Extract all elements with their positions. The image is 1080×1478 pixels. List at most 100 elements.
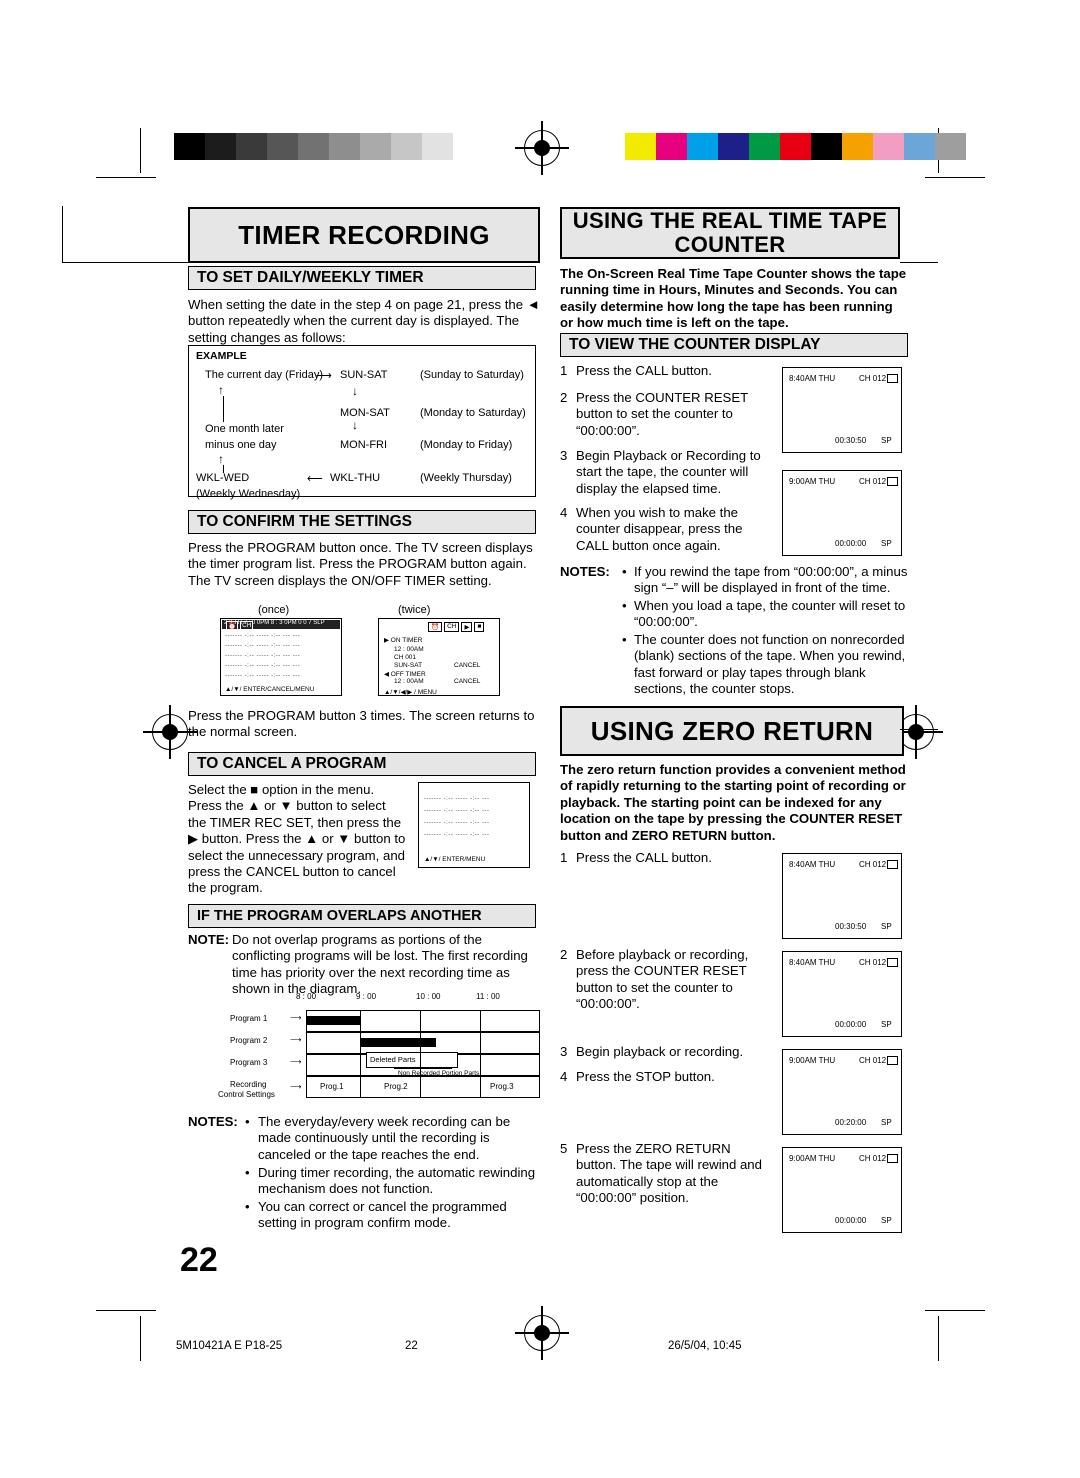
- step-num-3: 3: [560, 448, 568, 463]
- example-row-1-mid: MON-SAT: [340, 407, 390, 419]
- diagram-row-0-label: Program 1: [230, 1014, 268, 1023]
- cancel-list-row-2: ------- -:-- ----- -:-- ---: [424, 808, 490, 814]
- example-row-4-left: WKL-WED: [196, 472, 250, 484]
- zr-step-num-2: 2: [560, 947, 568, 962]
- zr-2-channel: CH 012: [859, 958, 887, 967]
- onoff-cancel-2: CANCEL: [454, 678, 481, 685]
- gray-swatch-2: [236, 133, 267, 160]
- crop-mark-v-bottom-left: [140, 1316, 142, 1361]
- program-list-row-1: ------- -:-- ----- -:-- --- ---: [225, 633, 301, 639]
- zr-4-icon: [887, 1154, 898, 1163]
- osd-icon-row-left: ⏰ CH: [226, 621, 254, 631]
- step-num-2: 2: [560, 390, 568, 405]
- color-swatch-7: [842, 133, 873, 160]
- color-swatch-3: [718, 133, 749, 160]
- title-rule-right: [900, 262, 938, 264]
- color-swatch-0: [625, 133, 656, 160]
- step-text-2: Press the COUNTER RESET button to set th…: [576, 390, 748, 438]
- program-list-row-5: ------- -:-- ----- -:-- --- ---: [225, 673, 301, 679]
- label-twice: (twice): [398, 604, 431, 616]
- onoff-line5: ◀ OFF TIMER: [384, 671, 426, 678]
- arrow-down-2: ↓: [352, 418, 358, 432]
- gray-swatch-4: [298, 133, 329, 160]
- note-bullet-1: •: [245, 1165, 250, 1180]
- counter-2-speed: SP: [881, 539, 892, 548]
- diagram-row-2-label: Program 3: [230, 1058, 268, 1067]
- counter-2-value: 00:00:00: [835, 539, 867, 548]
- counter-2-time: 9:00AM THU: [789, 477, 836, 486]
- zr-step-text-5: Press the ZERO RETURN button. The tape w…: [576, 1141, 762, 1206]
- diagram-grid-v3: [480, 1010, 482, 1098]
- step-text-3: Begin Playback or Recording to start the…: [576, 448, 761, 496]
- tv-screen-zr-1: 8:40AM THU CH 012 00:30:50 SP: [782, 853, 902, 939]
- zr-3-speed: SP: [881, 1118, 892, 1127]
- counter-2-channel: CH 012: [859, 477, 887, 486]
- title-rule-left: [62, 262, 190, 264]
- tv-screen-counter-2: 9:00AM THU CH 012 00:00:00 SP: [782, 470, 902, 556]
- note-label-overlaps: NOTE:: [188, 932, 230, 947]
- zr-step-text-1: Press the CALL button.: [576, 850, 712, 865]
- tv-screen-counter-1: 8:40AM THU CH 012 00:30:50 SP: [782, 367, 902, 453]
- heading-to-set-daily-weekly-timer: TO SET DAILY/WEEKLY TIMER: [188, 266, 536, 290]
- crop-mark-bottom-left: [96, 1310, 156, 1312]
- counter-2-icon: [887, 477, 898, 486]
- page-title-zero-return: USING ZERO RETURN: [560, 706, 904, 756]
- onoff-line1: ▶ ON TIMER: [384, 637, 423, 644]
- notes-label-left: NOTES:: [188, 1114, 238, 1129]
- example-row-5-left: (Weekly Wednesday): [196, 488, 301, 500]
- color-calibration-bar: [625, 133, 966, 160]
- crop-mark-v-left: [140, 128, 142, 173]
- note-bullet-2: •: [245, 1199, 250, 1214]
- tv-screen-zr-4: 9:00AM THU CH 012 00:00:00 SP: [782, 1147, 902, 1233]
- zr-step-text-2: Before playback or recording, press the …: [576, 947, 749, 1012]
- counter-1-icon: [887, 374, 898, 383]
- label-once: (once): [258, 604, 290, 616]
- zr-step-num-1: 1: [560, 850, 568, 865]
- step-num-1: 1: [560, 363, 568, 378]
- color-swatch-8: [873, 133, 904, 160]
- example-row-4-right: (Weekly Thursday): [420, 472, 512, 484]
- diagram-grid-v1: [360, 1010, 362, 1098]
- onoff-line2: 12 : 00AM: [394, 646, 424, 653]
- zr-2-value: 00:00:00: [835, 1020, 867, 1029]
- zr-1-icon: [887, 860, 898, 869]
- intro-real-time-counter: The On-Screen Real Time Tape Counter sho…: [560, 266, 907, 331]
- heading-to-confirm-the-settings: TO CONFIRM THE SETTINGS: [188, 510, 536, 534]
- zr-step-text-3: Begin playback or recording.: [576, 1044, 744, 1059]
- grayscale-calibration-bar: [174, 133, 484, 160]
- program-list-row-3: ------- -:-- ----- -:-- --- ---: [225, 653, 301, 659]
- arrow-right-1: ⟶: [316, 370, 332, 382]
- example-row-3-right: (Monday to Friday): [420, 439, 513, 451]
- diagram-prog-0: Prog.1: [320, 1082, 344, 1091]
- example-row-0-mid: SUN-SAT: [340, 369, 388, 381]
- example-row-1-right: (Monday to Saturday): [420, 407, 526, 419]
- program-list-row-4: ------- -:-- ----- -:-- --- ---: [225, 663, 301, 669]
- program-list-footer: ▲/▼/ ENTER/CANCEL/MENU: [225, 686, 315, 693]
- onoff-line4: SUN-SAT: [394, 662, 423, 669]
- zr-3-icon: [887, 1056, 898, 1065]
- nonrecorded-label: Non Recorded Portion Parts: [398, 1070, 480, 1077]
- manual-page: TIMER RECORDING TO SET DAILY/WEEKLY TIME…: [0, 0, 1080, 1478]
- cancel-screen-footer: ▲/▼/ ENTER/MENU: [424, 856, 486, 863]
- zr-2-icon: [887, 958, 898, 967]
- example-row-3-mid: MON-FRI: [340, 439, 388, 451]
- arrow-up-1: ↑: [218, 452, 224, 466]
- color-swatch-9: [904, 133, 935, 160]
- onoff-line6: 12 : 00AM: [394, 678, 424, 685]
- diagram-row-1-label: Program 2: [230, 1036, 268, 1045]
- tv-screen-zr-2: 8:40AM THU CH 012 00:00:00 SP: [782, 951, 902, 1037]
- diagram-arrow-3: ⟶: [290, 1082, 302, 1091]
- arrow-left-1: ⟵: [307, 473, 323, 485]
- heading-to-view-counter-display: TO VIEW THE COUNTER DISPLAY: [560, 333, 908, 357]
- heading-to-cancel-a-program: TO CANCEL A PROGRAM: [188, 752, 536, 776]
- zr-4-value: 00:00:00: [835, 1216, 867, 1225]
- example-label: EXAMPLE: [196, 350, 247, 362]
- diagram-bar-prog1: [306, 1016, 360, 1025]
- note-text-0: The everyday/every week recording can be…: [258, 1114, 511, 1162]
- registration-mark-left: [143, 705, 197, 759]
- example-row-2-left: One month later: [205, 423, 284, 435]
- overlap-diagram: 8 : 00 9 : 00 10 : 00 11 : 00 Program 1 …: [188, 992, 540, 1100]
- crop-mark-top-right: [925, 177, 985, 179]
- diagram-time-1: 9 : 00: [356, 992, 377, 1001]
- step-text-4: When you wish to make the counter disapp…: [576, 505, 743, 553]
